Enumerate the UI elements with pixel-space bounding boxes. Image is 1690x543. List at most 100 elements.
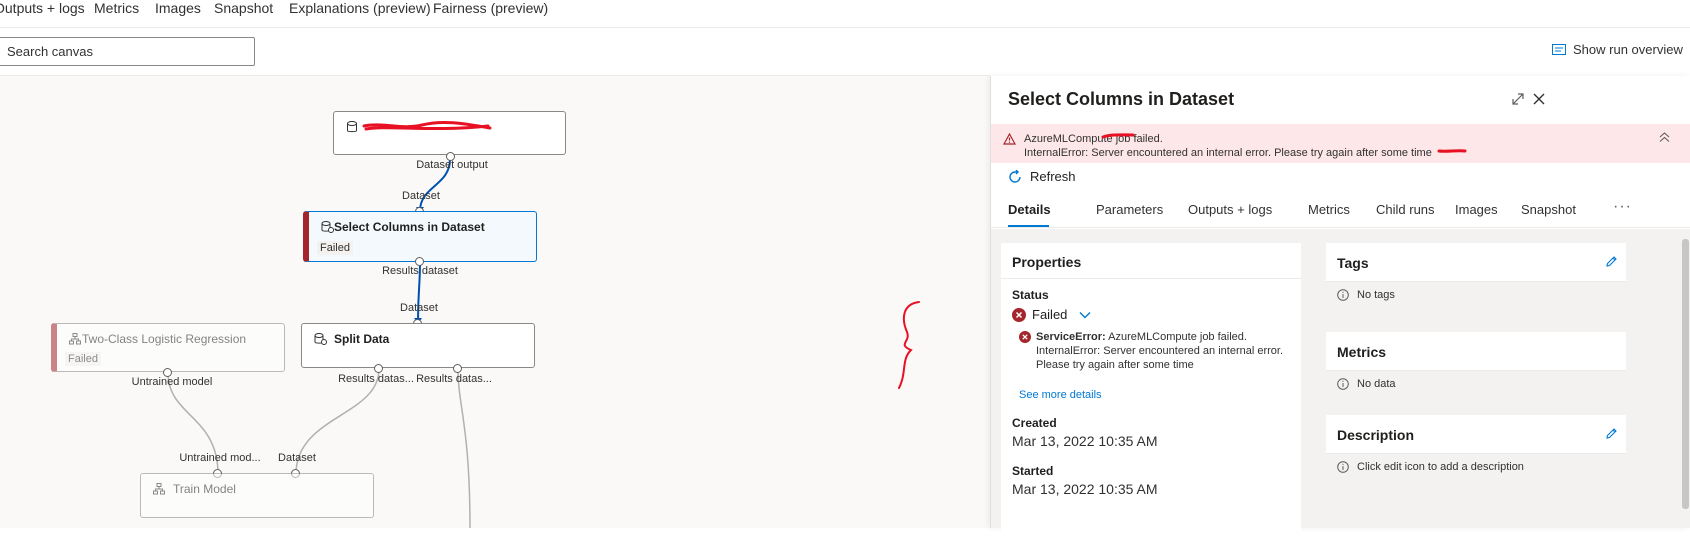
node-select-title: Select Columns in Dataset	[334, 220, 485, 234]
service-error-message: ServiceError: AzureMLCompute job failed.…	[1036, 330, 1291, 372]
port-label-train-in-2: Dataset	[278, 452, 316, 464]
error-line-2: InternalError: Server encountered an int…	[1024, 147, 1432, 159]
metrics-heading: Metrics	[1326, 332, 1626, 371]
tab-explanations[interactable]: Explanations (preview)	[289, 0, 431, 16]
node-dataset[interactable]	[333, 111, 566, 155]
more-tabs-button[interactable]: ···	[1613, 198, 1632, 216]
error-banner: AzureMLCompute job failed. InternalError…	[991, 124, 1690, 163]
status-value[interactable]: Failed	[1012, 307, 1091, 322]
module-icon	[314, 333, 327, 345]
top-tab-bar: Outputs + logs Metrics Images Snapshot E…	[0, 0, 1690, 28]
tags-card: Tags No tags	[1326, 243, 1626, 308]
panel-tab-bar: Details Parameters Outputs + logs Metric…	[991, 190, 1690, 228]
refresh-button[interactable]: Refresh	[1008, 169, 1076, 184]
panel-tab-parameters[interactable]: Parameters	[1096, 202, 1163, 217]
description-empty-text: Click edit icon to add a description	[1357, 461, 1524, 473]
run-overview-icon	[1552, 44, 1566, 55]
chevron-down-icon	[1079, 311, 1091, 318]
properties-heading: Properties	[1001, 243, 1301, 279]
tab-metrics[interactable]: Metrics	[94, 0, 139, 16]
refresh-label: Refresh	[1030, 169, 1076, 184]
description-heading-text: Description	[1337, 427, 1415, 443]
expand-icon[interactable]	[1511, 92, 1525, 106]
node-logreg-status: Failed	[65, 352, 101, 366]
created-value: Mar 13, 2022 10:35 AM	[1012, 433, 1158, 449]
status-text: Failed	[1032, 307, 1068, 322]
dataset-icon	[347, 121, 357, 133]
panel-tab-details[interactable]: Details	[1008, 202, 1051, 217]
node-select-columns[interactable]: Select Columns in Dataset Failed	[303, 211, 537, 262]
port-label-split-out-1: Results datas...	[338, 373, 414, 385]
panel-tab-snapshot[interactable]: Snapshot	[1521, 202, 1576, 217]
tab-outputs-logs[interactable]: Outputs + logs	[0, 0, 85, 16]
error-icon	[1019, 331, 1031, 343]
started-value: Mar 13, 2022 10:35 AM	[1012, 481, 1158, 497]
port-split-out-1[interactable]	[374, 364, 383, 373]
metrics-empty: No data	[1326, 371, 1626, 397]
properties-card: Properties Status Failed ServiceError: A…	[1001, 243, 1301, 543]
show-run-overview-button[interactable]: Show run overview	[1552, 42, 1683, 57]
link-split-out2	[457, 368, 471, 528]
close-icon[interactable]	[1532, 92, 1546, 106]
node-train-title: Train Model	[173, 482, 236, 496]
panel-scrollbar[interactable]	[1680, 229, 1690, 528]
run-overview-label: Show run overview	[1573, 42, 1683, 57]
created-label: Created	[1012, 416, 1057, 430]
metrics-heading-text: Metrics	[1337, 344, 1387, 360]
collapse-chevron-icon[interactable]	[1659, 132, 1670, 143]
node-select-status: Failed	[317, 241, 353, 255]
redaction-scribble	[1437, 149, 1467, 153]
see-more-details-link[interactable]: See more details	[1019, 389, 1102, 401]
description-heading: Description	[1326, 415, 1626, 454]
metrics-empty-text: No data	[1357, 378, 1396, 390]
tags-heading-text: Tags	[1337, 255, 1369, 271]
error-line-1: AzureMLCompute job failed.	[1024, 133, 1163, 145]
panel-tab-images[interactable]: Images	[1455, 202, 1498, 217]
node-split-title: Split Data	[334, 332, 390, 346]
info-icon	[1337, 289, 1349, 301]
service-error-prefix: ServiceError:	[1036, 331, 1106, 343]
status-label: Status	[1012, 288, 1049, 302]
run-detail-panel: Select Columns in Dataset AzureMLCompute…	[990, 76, 1690, 543]
tab-images[interactable]: Images	[155, 0, 201, 16]
node-logistic-regression[interactable]: Two-Class Logistic Regression Failed	[51, 323, 285, 372]
node-logreg-title: Two-Class Logistic Regression	[82, 332, 247, 346]
node-split-data[interactable]: Split Data	[301, 323, 535, 368]
error-icon	[1012, 307, 1026, 322]
port-label-train-in-1: Untrained mod...	[179, 452, 261, 464]
port-split-out-2[interactable]	[453, 364, 462, 373]
refresh-icon	[1009, 169, 1021, 183]
port-label-logreg-out: Untrained model	[131, 376, 213, 388]
search-canvas-input[interactable]	[0, 37, 255, 66]
warning-icon	[1003, 133, 1016, 145]
active-tab-indicator	[1008, 225, 1049, 227]
panel-tab-metrics[interactable]: Metrics	[1308, 202, 1350, 217]
pipeline-canvas[interactable]: Dataset output Dataset Select Columns in…	[0, 76, 990, 528]
module-icon	[69, 333, 81, 345]
node-train-model[interactable]: Train Model	[140, 473, 374, 518]
port-label-split-out-2: Results datas...	[416, 373, 492, 385]
description-empty: Click edit icon to add a description	[1326, 454, 1626, 480]
redaction-scribble	[362, 120, 492, 131]
tab-snapshot[interactable]: Snapshot	[214, 0, 273, 16]
tags-heading: Tags	[1326, 243, 1626, 282]
port-label-select-out: Results dataset	[382, 265, 458, 277]
port-label-select-in: Dataset	[402, 190, 440, 202]
panel-tab-outputs-logs[interactable]: Outputs + logs	[1188, 202, 1272, 217]
tags-empty-text: No tags	[1357, 289, 1395, 301]
panel-tab-child-runs[interactable]: Child runs	[1376, 202, 1435, 217]
tab-fairness[interactable]: Fairness (preview)	[433, 0, 548, 16]
error-message: AzureMLCompute job failed. InternalError…	[1024, 132, 1432, 160]
port-label-split-in: Dataset	[400, 302, 438, 314]
edit-icon[interactable]	[1605, 427, 1618, 440]
module-icon	[321, 221, 334, 233]
tags-empty: No tags	[1326, 282, 1626, 308]
module-icon	[153, 483, 165, 495]
panel-title: Select Columns in Dataset	[1008, 89, 1235, 109]
port-label-dataset-output: Dataset output	[416, 159, 488, 171]
metrics-card: Metrics No data	[1326, 332, 1626, 397]
info-icon	[1337, 378, 1349, 390]
panel-scrollbar-thumb[interactable]	[1682, 239, 1689, 509]
panel-body: Properties Status Failed ServiceError: A…	[991, 229, 1690, 543]
edit-icon[interactable]	[1605, 255, 1618, 268]
